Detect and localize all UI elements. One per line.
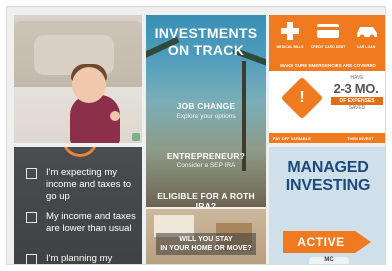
- car-icon: [357, 27, 377, 40]
- footer-left-text: PAY OFF VARIABLE: [273, 136, 311, 141]
- checkbox[interactable]: [26, 254, 37, 264]
- investments-on-track-pin[interactable]: INVESTMENTS ON TRACK JOB CHANGE Explore …: [146, 15, 266, 207]
- checklist-item[interactable]: I'm expecting my income and taxes to go …: [26, 167, 138, 203]
- checklist-item-label: I'm expecting my income and taxes to go …: [46, 167, 132, 202]
- stay-line-2: IN YOUR HOME OR MOVE?: [160, 245, 252, 252]
- checkbox[interactable]: [26, 212, 37, 223]
- managed-investing-title: MANAGED INVESTING: [285, 159, 371, 194]
- stay-or-move-text: WILL YOU STAY IN YOUR HOME OR MOVE?: [156, 235, 256, 253]
- investments-title: INVESTMENTS ON TRACK: [154, 25, 258, 58]
- of-expenses-label: OF EXPENSES: [331, 97, 383, 105]
- checklist-pin[interactable]: I'm expecting my income and taxes to go …: [14, 147, 142, 264]
- entrepreneur-subtext: Consider a SEP IRA: [176, 162, 236, 169]
- active-label: ACTIVE: [297, 235, 345, 249]
- exclamation-icon: !: [299, 89, 305, 106]
- partial-sign-text: MC: [324, 257, 334, 263]
- baby-hand: [110, 111, 120, 121]
- credit-card-debt-label: CREDIT CARD DEBT: [310, 45, 346, 49]
- baby-head: [72, 67, 106, 103]
- baby-photo-pin[interactable]: [14, 15, 142, 143]
- checklist-item[interactable]: I'm planning my: [26, 253, 138, 264]
- managed-investing-pin[interactable]: MANAGED INVESTING ACTIVE MC: [269, 147, 385, 264]
- car-loan-label: CAR LOAN: [356, 45, 376, 49]
- job-change-heading: JOB CHANGE: [176, 101, 236, 111]
- saved-label: SAVED: [348, 105, 366, 111]
- checklist-item-label: My income and taxes are lower than usual: [46, 211, 136, 234]
- checklist-item[interactable]: My income and taxes are lower than usual: [26, 211, 138, 235]
- stay-line-1: WILL YOU STAY: [179, 236, 233, 243]
- job-change-subtext: Explore your options: [176, 113, 236, 120]
- entrepreneur-heading: ENTREPRENEUR?: [166, 151, 246, 161]
- checkbox[interactable]: [26, 168, 37, 179]
- footer-right-text: THEN INVEST: [347, 136, 374, 141]
- stay-or-move-pin[interactable]: WILL YOU STAY IN YOUR HOME OR MOVE?: [146, 209, 266, 264]
- emergency-heading: MAKE SURE EMERGENCIES ARE COVERED: [280, 63, 376, 68]
- roth-heading: ELIGIBLE FOR A ROTH IRA?: [157, 191, 255, 207]
- medical-bills-label: MEDICAL BILLS: [276, 45, 304, 49]
- sun-arc-icon: [62, 147, 98, 157]
- medical-cross-icon: [281, 22, 299, 40]
- checklist-item-label: I'm planning my: [46, 253, 113, 264]
- months-value: 2-3 MO.: [333, 81, 379, 96]
- expense-icon-row: MEDICAL BILLS CREDIT CARD DEBT CAR LOAN: [269, 17, 385, 55]
- pinterest-board-grid: I'm expecting my income and taxes to go …: [6, 6, 386, 265]
- emergency-footer: PAY OFF VARIABLE THEN INVEST: [269, 135, 385, 143]
- credit-card-icon: [317, 24, 339, 38]
- emergency-fund-pin[interactable]: MEDICAL BILLS CREDIT CARD DEBT CAR LOAN …: [269, 15, 385, 143]
- toy-icon: [132, 133, 140, 141]
